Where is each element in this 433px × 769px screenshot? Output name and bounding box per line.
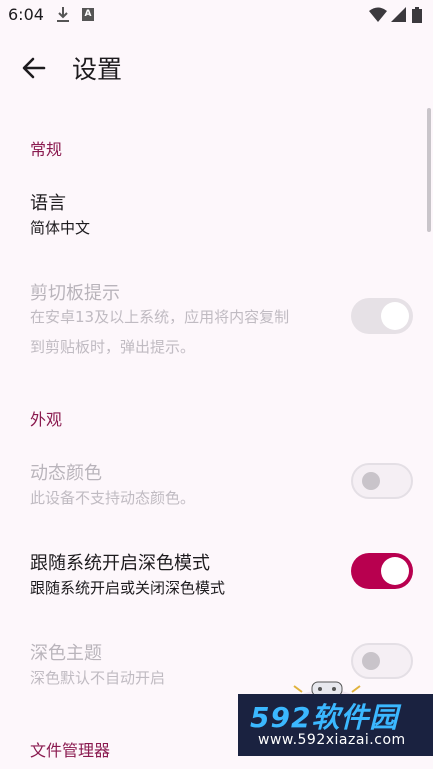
setting-row-dark-theme[interactable]: 深色主题 深色默认不自动开启 <box>0 626 433 698</box>
setting-row-clipboard[interactable]: 剪切板提示 在安卓13及以上系统，应用将内容复制 到剪贴板时，弹出提示。 <box>0 266 433 366</box>
setting-subtitle-line-1: 在安卓13及以上系统，应用将内容复制 <box>30 308 290 326</box>
status-bar: 6:04 A <box>0 0 433 30</box>
setting-title: 深色主题 <box>30 643 102 664</box>
setting-subtitle-line-2: 到剪贴板时，弹出提示。 <box>30 338 196 356</box>
page-title: 设置 <box>72 55 123 84</box>
clipboard-toggle[interactable] <box>351 298 413 334</box>
setting-subtitle: 深色默认不自动开启 <box>30 669 166 687</box>
section-header-appearance: 外观 <box>30 410 63 429</box>
signal-icon <box>391 7 406 22</box>
toggle-thumb <box>362 472 380 490</box>
setting-row-language[interactable]: 语言 简体中文 <box>0 176 433 250</box>
status-time: 6:04 <box>8 5 44 24</box>
section-header-file-manager: 文件管理器 <box>30 741 111 760</box>
watermark-title: 592软件园 <box>250 701 399 734</box>
toggle-thumb <box>381 302 409 330</box>
dynamic-color-toggle[interactable] <box>351 463 413 499</box>
wifi-icon <box>369 7 387 22</box>
download-icon <box>57 7 69 22</box>
setting-subtitle: 跟随系统开启或关闭深色模式 <box>30 579 226 597</box>
setting-row-dynamic-color[interactable]: 动态颜色 此设备不支持动态颜色。 <box>0 446 433 518</box>
back-arrow-icon[interactable] <box>20 54 48 82</box>
setting-title: 跟随系统开启深色模式 <box>30 553 210 574</box>
app-bar: 设置 <box>0 40 433 96</box>
watermark-url: www.592xiazai.com <box>258 732 406 748</box>
setting-value: 简体中文 <box>30 219 91 237</box>
setting-subtitle: 此设备不支持动态颜色。 <box>30 489 196 507</box>
setting-title: 动态颜色 <box>30 463 102 484</box>
follow-system-dark-toggle[interactable] <box>351 553 413 589</box>
watermark-logo: 592软件园 www.592xiazai.com <box>238 694 433 756</box>
battery-icon <box>412 7 422 23</box>
setting-row-follow-system-dark[interactable]: 跟随系统开启深色模式 跟随系统开启或关闭深色模式 <box>0 536 433 608</box>
setting-title: 语言 <box>30 193 66 214</box>
toggle-thumb <box>381 557 409 585</box>
a-icon: A <box>82 8 94 21</box>
dark-theme-toggle[interactable] <box>351 643 413 679</box>
section-header-general: 常规 <box>30 140 63 159</box>
toggle-thumb <box>362 652 380 670</box>
